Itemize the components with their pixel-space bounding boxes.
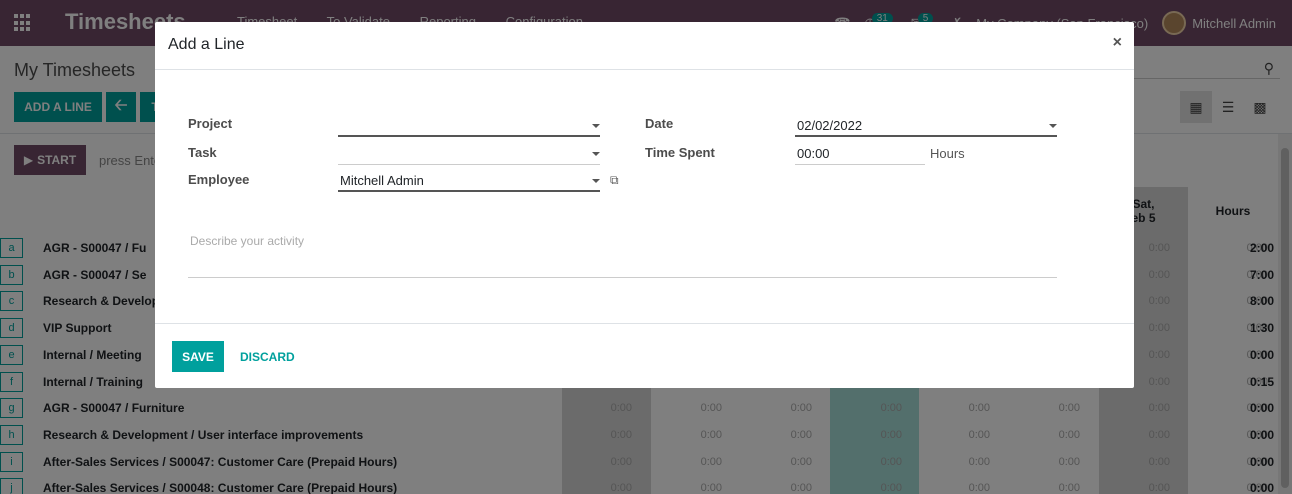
time-spent-input[interactable]: 00:00: [795, 143, 925, 165]
external-link-icon[interactable]: ⧉: [610, 173, 619, 188]
project-label: Project: [188, 116, 233, 131]
caret-down-icon[interactable]: [592, 124, 600, 128]
hours-unit-label: Hours: [930, 146, 965, 161]
task-select[interactable]: [338, 143, 600, 165]
date-picker[interactable]: 02/02/2022: [795, 115, 1057, 137]
caret-down-icon[interactable]: [592, 179, 600, 183]
time-spent-label: Time Spent: [645, 145, 715, 160]
close-icon[interactable]: ×: [1113, 34, 1122, 52]
add-line-dialog: Add a Line × Project Task Employee Mitch…: [155, 22, 1134, 388]
project-select[interactable]: [338, 115, 600, 137]
employee-label: Employee: [188, 172, 250, 187]
task-label: Task: [188, 145, 217, 160]
save-button[interactable]: SAVE: [172, 341, 224, 372]
description-input[interactable]: Describe your activity: [188, 230, 1057, 278]
dialog-title: Add a Line: [168, 36, 245, 53]
date-value: 02/02/2022: [797, 118, 863, 133]
caret-down-icon[interactable]: [592, 152, 600, 156]
employee-value: Mitchell Admin: [340, 173, 424, 188]
discard-button[interactable]: DISCARD: [240, 341, 295, 372]
date-label: Date: [645, 116, 674, 131]
employee-select[interactable]: Mitchell Admin: [338, 170, 600, 192]
caret-down-icon[interactable]: [1049, 124, 1057, 128]
dialog-footer-divider: [155, 323, 1134, 324]
dialog-header-divider: [155, 69, 1134, 70]
time-spent-value: 00:00: [797, 146, 830, 161]
